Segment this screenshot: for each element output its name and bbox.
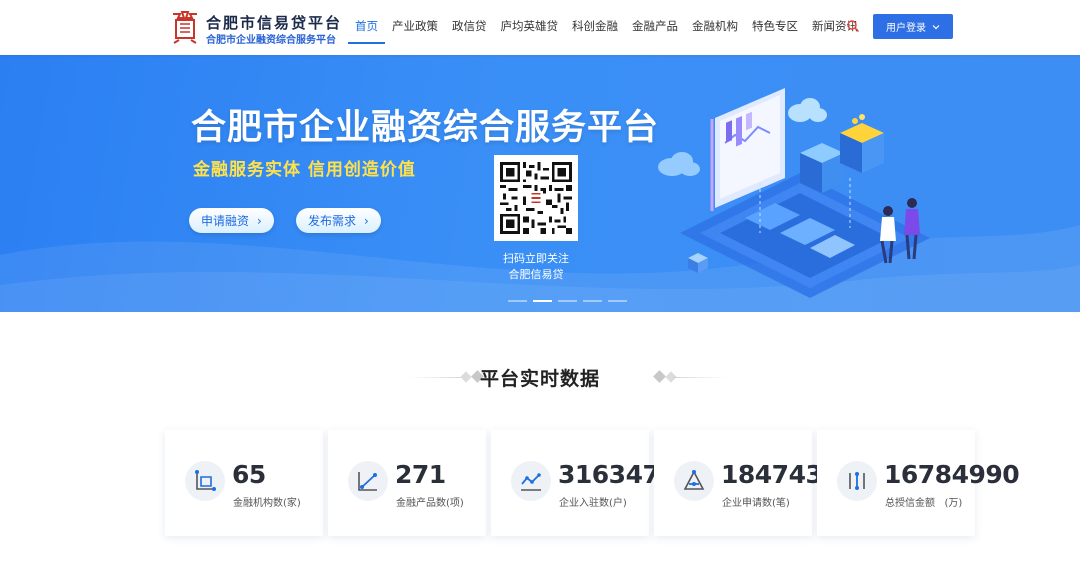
chevron-right-icon: › [257, 213, 262, 228]
qr-caption-line1: 扫码立即关注 [503, 252, 569, 265]
nav-item-industry-policy[interactable]: 产业政策 [385, 0, 445, 55]
hero-banner: 合肥市企业融资综合服务平台 金融服务实体 信用创造价值 申请融资 › 发布需求 … [0, 55, 1080, 312]
top-header: 合肥市信易贷平台 合肥市企业融资综合服务平台 首页 产业政策 政信贷 庐均英雄贷… [0, 0, 1080, 55]
carousel-dot-active[interactable] [533, 300, 552, 302]
cloud-icon [788, 98, 827, 122]
section-header: 平台实时数据 [0, 362, 1080, 392]
banner-slogan: 金融服务实体 信用创造价值 [193, 160, 416, 180]
stat-label: 金融产品数(项) [396, 498, 464, 509]
stat-value: 65 [232, 460, 266, 489]
stat-label: 金融机构数(家) [233, 498, 301, 509]
platform-stats: 65 金融机构数(家) 271 金融产品数(项) 316347 企业入驻数(户) [165, 430, 1020, 537]
stat-card-products: 271 金融产品数(项) [328, 430, 486, 536]
publish-demand-label: 发布需求 [308, 214, 357, 228]
qr-code [494, 155, 578, 241]
stat-value: 16784990 [884, 460, 1020, 489]
apply-financing-button[interactable]: 申请融资 › [189, 208, 274, 233]
nav-item-financial-institutions[interactable]: 金融机构 [685, 0, 745, 55]
divider-line [673, 377, 728, 378]
nav-item-home[interactable]: 首页 [348, 0, 385, 55]
isometric-data-illustration [658, 88, 930, 298]
stat-value: 271 [395, 460, 446, 489]
enterprise-chart-icon [521, 473, 541, 491]
qr-code-icon [500, 162, 572, 234]
stat-value: 184743 [721, 460, 823, 489]
user-login-button[interactable]: 用户登录 [873, 14, 953, 39]
stat-label: 企业申请数(笔) [722, 498, 790, 509]
search-icon[interactable] [846, 19, 860, 33]
carousel-indicators [508, 300, 627, 302]
nav-item-hero-loan[interactable]: 庐均英雄贷 [494, 0, 566, 55]
cloud-icon [658, 152, 700, 176]
nav-item-tech-finance[interactable]: 科创金融 [565, 0, 625, 55]
stat-card-enterprises: 316347 企业入驻数(户) [491, 430, 660, 536]
main-nav: 首页 产业政策 政信贷 庐均英雄贷 科创金融 金融产品 金融机构 特色专区 新闻… [348, 0, 865, 55]
nav-item-special-zone[interactable]: 特色专区 [745, 0, 805, 55]
publish-demand-button[interactable]: 发布需求 › [296, 208, 381, 233]
stat-icon-wrap [185, 461, 225, 501]
stat-icon-wrap [674, 461, 714, 501]
product-trend-icon [358, 472, 377, 491]
chevron-down-icon [932, 24, 940, 29]
banner-title: 合肥市企业融资综合服务平台 [191, 108, 660, 148]
carousel-dot[interactable] [558, 300, 577, 302]
carousel-dot[interactable] [583, 300, 602, 302]
stat-icon-wrap [348, 461, 388, 501]
apply-financing-label: 申请融资 [201, 214, 250, 228]
site-logo[interactable]: 合肥市信易贷平台 合肥市企业融资综合服务平台 [170, 10, 340, 46]
nav-item-gov-credit-loan[interactable]: 政信贷 [445, 0, 494, 55]
stat-label: 总授信金额 (万) [885, 498, 963, 509]
qr-caption-line2: 合肥信易贷 [508, 268, 564, 281]
logo-mark-icon [173, 11, 197, 44]
stat-card-institutions: 65 金融机构数(家) [165, 430, 323, 536]
logo-title: 合肥市信易贷平台 [206, 14, 343, 32]
section-title: 平台实时数据 [479, 368, 600, 390]
stat-icon-wrap [511, 461, 551, 501]
logo-subtitle: 合肥市企业融资综合服务平台 [206, 35, 336, 46]
stat-icon-wrap [837, 461, 877, 501]
carousel-dot[interactable] [608, 300, 627, 302]
carousel-dot[interactable] [508, 300, 527, 302]
stat-label: 企业入驻数(户) [559, 498, 627, 509]
stat-value: 316347 [558, 460, 660, 489]
stat-card-credit-amount: 16784990 总授信金额 (万) [817, 430, 1020, 536]
nav-item-financial-products[interactable]: 金融产品 [625, 0, 685, 55]
credit-amount-icon [849, 472, 865, 490]
stat-card-applications: 184743 企业申请数(笔) [654, 430, 823, 536]
institution-icon [195, 470, 216, 491]
user-login-label: 用户登录 [886, 23, 926, 34]
application-triangle-icon [683, 470, 705, 490]
qr-caption: 扫码立即关注 合肥信易贷 [486, 251, 586, 283]
chevron-right-icon: › [364, 213, 369, 228]
